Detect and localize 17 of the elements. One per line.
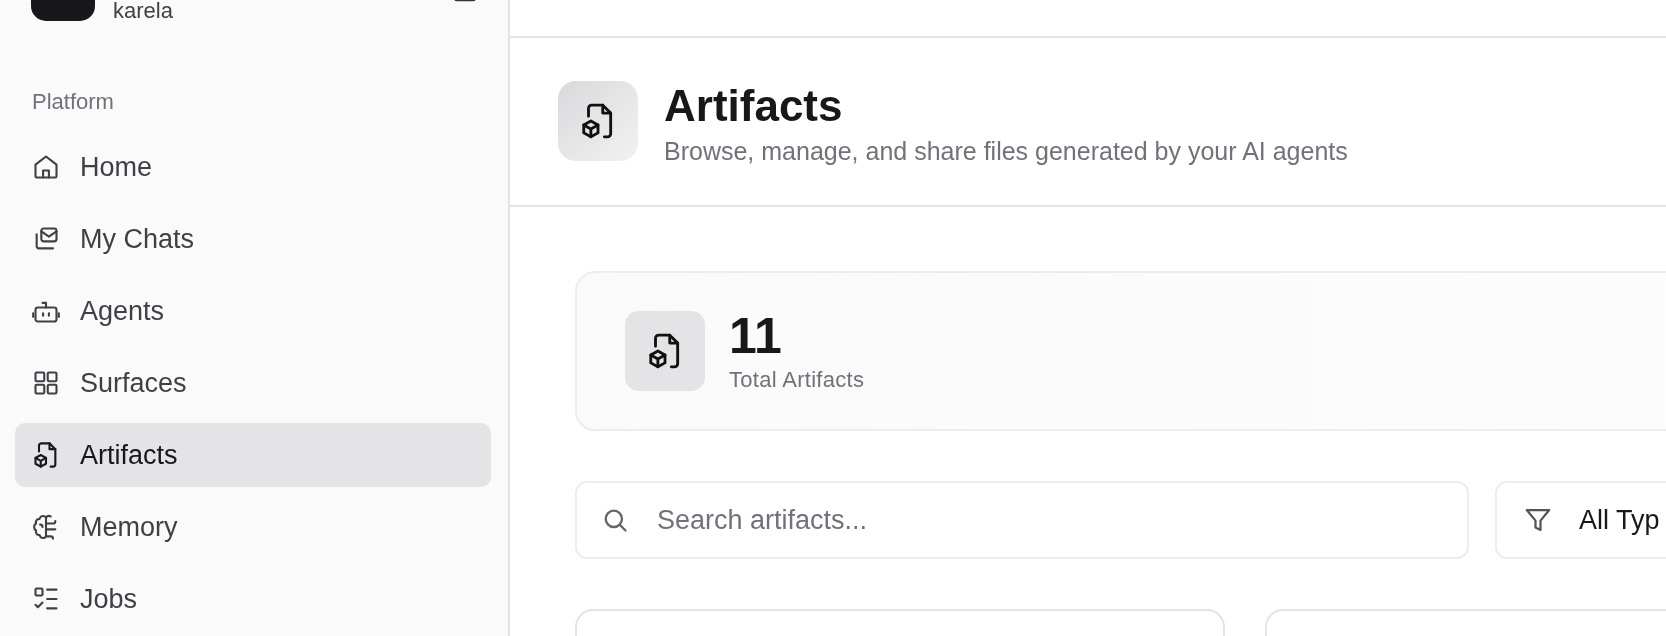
stat-value: 11 <box>729 309 783 363</box>
sidebar-item[interactable]: Jobs <box>15 567 491 631</box>
workspace-name: karela <box>113 0 174 22</box>
grid-icon <box>32 369 60 397</box>
sidebar-item[interactable]: Artifacts <box>15 423 491 487</box>
page-subtitle: Browse, manage, and share files generated by your AI agents <box>664 137 1348 166</box>
search-field[interactable]: Search artifacts... <box>575 481 1469 559</box>
type-filter-dropdown[interactable]: All Typ <box>1495 481 1666 559</box>
sidebar-item[interactable]: Home <box>15 135 491 199</box>
section-label: Platform <box>32 89 115 115</box>
sidebar-item[interactable]: Agents <box>15 279 491 343</box>
sidebar-item[interactable]: Surfaces <box>15 351 491 415</box>
home-icon <box>32 153 60 181</box>
page-title: Artifacts <box>664 81 844 131</box>
stat-label: Total Artifacts <box>729 367 865 393</box>
sidebar-item[interactable]: My Chats <box>15 207 491 271</box>
sidebar-item[interactable]: Memory <box>15 495 491 559</box>
